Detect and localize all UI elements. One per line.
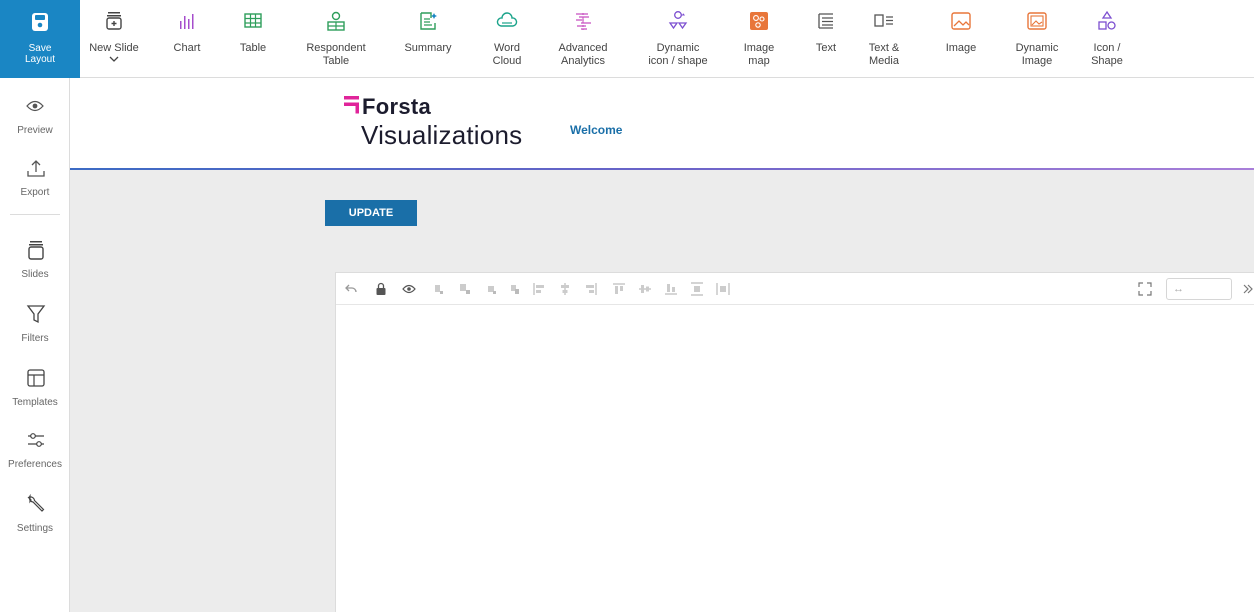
sidebar-item-preferences[interactable]: Preferences (0, 426, 70, 482)
slide-canvas[interactable]: ↔ (335, 272, 1254, 612)
size-input[interactable]: ↔ (1166, 278, 1232, 300)
image-map-button[interactable]: Image map (736, 0, 782, 78)
table-button[interactable]: Table (228, 0, 278, 78)
brand-name: Forsta (362, 94, 432, 119)
distribute-horizontal-icon[interactable] (716, 282, 730, 296)
save-layout-label: Save Layout (24, 43, 56, 65)
tool-label: Chart (173, 42, 201, 54)
zoom-icon[interactable] (1242, 282, 1254, 296)
dynamic-image-button[interactable]: Dynamic Image (1008, 0, 1066, 78)
chevron-down-icon[interactable] (109, 56, 119, 62)
left-sidebar: Preview Export Slides Filters Templates (0, 78, 70, 612)
header-gradient-divider (70, 168, 1254, 170)
advanced-analytics-icon (576, 13, 591, 30)
sidebar-item-export[interactable]: Export (0, 154, 70, 210)
sidebar-item-preview[interactable]: Preview (0, 92, 70, 148)
forsta-logo-icon (344, 96, 359, 114)
sidebar-item-label: Export (20, 187, 50, 198)
align-right-icon[interactable] (584, 282, 598, 296)
align-top-icon[interactable] (612, 282, 626, 296)
new-slide-button[interactable]: New Slide (86, 0, 142, 78)
word-cloud-icon (496, 12, 518, 27)
eye-icon (26, 100, 44, 112)
summary-icon (420, 12, 437, 30)
sidebar-item-label: Preferences (8, 459, 62, 470)
sidebar-item-label: Preview (17, 125, 53, 136)
tool-label: Icon / Shape (1091, 42, 1123, 67)
table-icon (244, 13, 262, 28)
bring-to-front-icon[interactable] (458, 282, 472, 296)
text-media-button[interactable]: Text & Media (860, 0, 908, 78)
new-slide-icon (106, 12, 122, 30)
send-backward-icon[interactable] (484, 282, 498, 296)
preferences-icon (28, 433, 44, 447)
fit-screen-icon[interactable] (1138, 282, 1152, 296)
image-map-icon (750, 12, 768, 30)
tool-label: Dynamic Image (1015, 42, 1059, 67)
tool-label: Table (239, 42, 267, 54)
top-toolbar: Save Layout New Slide Chart Table Respon… (0, 0, 1254, 78)
save-layout-button[interactable]: Save Layout (0, 0, 80, 78)
dynamic-shape-icon (668, 11, 688, 30)
image-button[interactable]: Image (938, 0, 984, 78)
tool-label: Text (815, 42, 837, 54)
chart-button[interactable]: Chart (162, 0, 212, 78)
tool-label: Dynamic icon / shape (648, 42, 708, 67)
tool-label: New Slide (89, 42, 139, 54)
lock-icon[interactable] (374, 282, 388, 296)
sidebar-item-filters[interactable]: Filters (0, 300, 70, 356)
slides-icon (28, 241, 44, 260)
tool-label: Respondent Table (306, 42, 366, 67)
tool-label: Summary (404, 42, 452, 54)
word-cloud-button[interactable]: Word Cloud (482, 0, 532, 78)
respondent-table-button[interactable]: Respondent Table (300, 0, 372, 78)
tool-label: Image map (743, 42, 775, 67)
summary-button[interactable]: Summary (400, 0, 456, 78)
align-center-icon[interactable] (558, 282, 572, 296)
visibility-icon[interactable] (402, 282, 416, 296)
product-name: Visualizations (361, 120, 523, 150)
advanced-analytics-button[interactable]: Advanced Analytics (552, 0, 614, 78)
update-button[interactable]: UPDATE (325, 200, 417, 226)
sidebar-item-templates[interactable]: Templates (0, 364, 70, 420)
sidebar-item-label: Templates (12, 397, 58, 408)
text-icon (818, 13, 833, 29)
sidebar-item-label: Slides (21, 269, 49, 280)
distribute-vertical-icon[interactable] (690, 282, 704, 296)
undo-icon[interactable] (344, 282, 358, 296)
bring-forward-icon[interactable] (432, 282, 446, 296)
text-button[interactable]: Text (804, 0, 848, 78)
icon-shape-icon (1098, 10, 1116, 30)
sidebar-item-label: Settings (16, 523, 54, 534)
filter-icon (26, 305, 46, 324)
dynamic-image-icon (1027, 12, 1047, 30)
sidebar-divider (10, 214, 60, 215)
export-icon (27, 160, 45, 177)
welcome-link[interactable]: Welcome (570, 123, 622, 137)
page-header (70, 78, 1254, 170)
text-media-icon (874, 14, 893, 27)
align-middle-icon[interactable] (638, 282, 652, 296)
canvas-toolbar: ↔ (336, 273, 1254, 305)
tool-label: Text & Media (868, 42, 900, 67)
tool-label: Image (945, 42, 977, 54)
sidebar-item-settings[interactable]: Settings (0, 490, 70, 546)
sidebar-item-slides[interactable]: Slides (0, 236, 70, 292)
respondent-table-icon (327, 11, 345, 31)
align-bottom-icon[interactable] (664, 282, 678, 296)
tool-label: Word Cloud (492, 42, 522, 67)
align-left-icon[interactable] (532, 282, 546, 296)
tool-label: Advanced Analytics (558, 42, 608, 67)
chart-icon (180, 14, 194, 29)
send-to-back-icon[interactable] (508, 282, 522, 296)
floppy-disk-icon (32, 13, 48, 31)
templates-icon (27, 369, 45, 387)
sidebar-item-label: Filters (21, 333, 49, 344)
image-icon (951, 12, 971, 30)
wrench-icon (27, 494, 45, 512)
dynamic-shape-button[interactable]: Dynamic icon / shape (640, 0, 716, 78)
icon-shape-button[interactable]: Icon / Shape (1082, 0, 1132, 78)
